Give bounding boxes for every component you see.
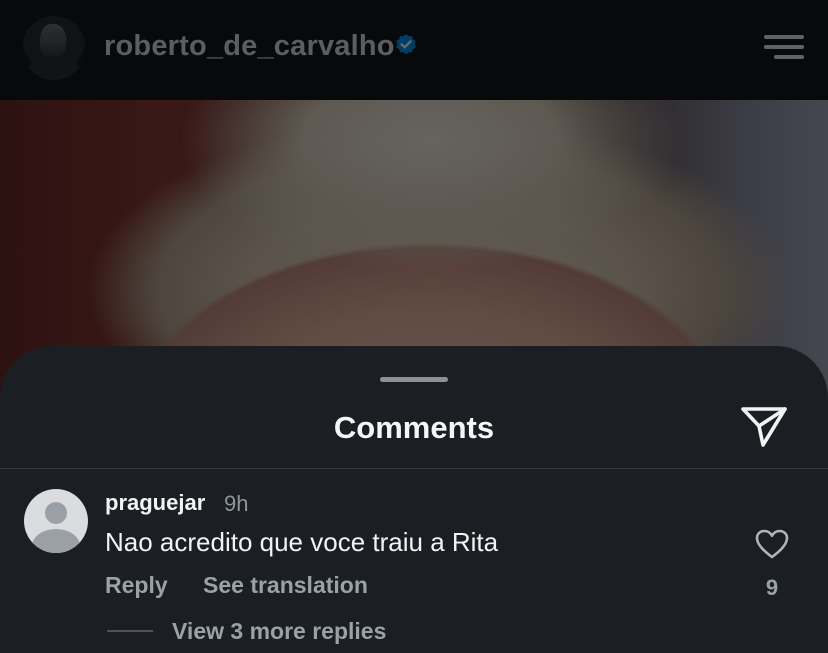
sheet-drag-handle[interactable] [380,377,448,382]
hamburger-menu-icon[interactable] [764,33,804,61]
avatar-shoulders [28,56,80,80]
verified-badge-icon [396,34,416,55]
comment-timestamp: 9h [224,491,249,516]
instagram-post-screen: roberto_de_carvalho Comments praguejar 9… [0,0,828,653]
replies-connector-line [107,630,153,632]
comment-text: Nao acredito que voce traiu a Rita [105,527,499,557]
post-header: roberto_de_carvalho [0,0,828,100]
default-avatar-body [32,529,80,553]
heart-icon[interactable] [755,529,789,559]
comments-title: Comments [333,410,495,445]
view-more-replies-button[interactable]: View 3 more replies [172,618,386,645]
sheet-divider [0,468,828,469]
photo-hair-region [110,100,730,300]
paper-plane-icon[interactable] [739,404,789,448]
see-translation-button[interactable]: See translation [203,572,368,599]
profile-avatar[interactable] [22,16,86,80]
default-avatar-head [45,502,67,524]
reply-button[interactable]: Reply [105,572,168,599]
comment-username[interactable]: praguejar [105,490,205,516]
avatar-face [40,24,66,58]
profile-username[interactable]: roberto_de_carvalho [104,30,395,63]
comment-avatar[interactable] [24,489,88,553]
like-count: 9 [765,575,779,600]
